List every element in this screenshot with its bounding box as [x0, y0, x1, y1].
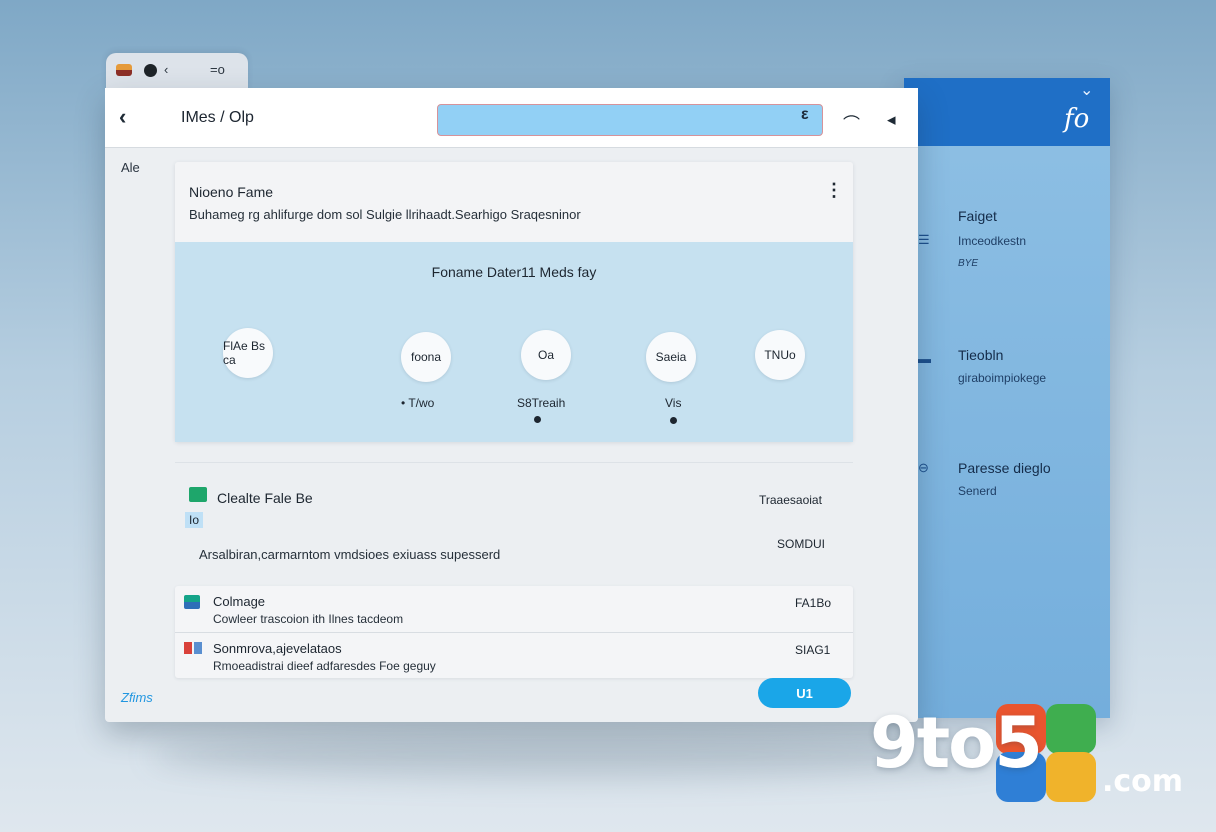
- record-icon: [144, 64, 157, 77]
- logo-tile: [1046, 704, 1096, 754]
- side-item-title: Faiget: [958, 208, 997, 224]
- back-arrow-icon[interactable]: ‹: [119, 104, 126, 130]
- list-icon: ☰: [918, 232, 930, 247]
- watermark-text: 9to5: [870, 702, 1043, 784]
- feature-indicator-dot: [670, 417, 677, 424]
- feature-indicator-dot: [534, 416, 541, 423]
- feature-circle-label: Saeia: [655, 350, 687, 364]
- search-icon[interactable]: ε: [801, 106, 809, 124]
- watermark-suffix: .com: [1102, 764, 1184, 799]
- primary-button[interactable]: U1: [758, 678, 851, 708]
- feature-circle-label: FlAe Bs ca: [223, 339, 266, 367]
- list-item-subtitle: Cowleer trascoion ith Ilnes tacdeom: [213, 612, 404, 626]
- file-icon: [189, 487, 207, 502]
- sheet-icon: [184, 595, 200, 609]
- pin-icon[interactable]: ◂: [887, 110, 896, 130]
- section-title: Clealte Fale Be: [217, 490, 313, 506]
- list-item-value: SIAG1: [795, 643, 831, 657]
- side-item-title: Paresse dieglo: [958, 460, 1051, 476]
- watermark-logo: 9to5 .com: [870, 702, 1200, 806]
- feature-area: Foname Dater11 Meds fay FlAe Bs ca foona…: [175, 242, 853, 442]
- feature-label: S8Treaih: [517, 396, 566, 410]
- feature-circle-label: Oa: [537, 348, 554, 362]
- list-item-title: Colmage: [213, 594, 266, 609]
- caret-icon: ‹: [164, 62, 169, 77]
- card-title: Nioeno Fame: [189, 184, 274, 200]
- footer-link[interactable]: Zfims: [121, 690, 153, 705]
- section-description: Arsalbiran,carmarntom vmdsioes exiuass s…: [199, 547, 501, 562]
- share-icon[interactable]: ⌒: [843, 110, 860, 135]
- feature-item-2[interactable]: foona: [401, 332, 451, 382]
- toggle-icon: ⊖: [918, 460, 929, 475]
- chevron-down-icon[interactable]: ⌄: [1080, 80, 1093, 100]
- list-item-subtitle: Rmoeadistrai dieef adfaresdes Foe geguy: [213, 659, 436, 673]
- side-panel: ⌄ fo ☰ Faiget Imceodkestn BYE ▬ Tieobln …: [904, 78, 1110, 718]
- list-item-value: FA1Bo: [795, 596, 832, 610]
- sidebar-label: Ale: [121, 160, 140, 175]
- side-item-subtitle: giraboimpiokege: [958, 371, 1047, 385]
- section-status: SOMDUI: [777, 537, 825, 551]
- feature-heading: Foname Dater11 Meds fay: [431, 264, 597, 280]
- feature-circle-label: TNUo: [764, 348, 796, 362]
- section-tag: Io: [185, 512, 204, 528]
- feature-label: • T/wo: [401, 396, 435, 410]
- section-meta: Traaesaoiat: [759, 493, 822, 507]
- side-item-subtitle: Senerd: [958, 484, 997, 498]
- feature-item-3[interactable]: Oa: [521, 330, 571, 380]
- list-item[interactable]: Colmage Cowleer trascoion ith Ilnes tacd…: [175, 586, 853, 632]
- slides-icon: [184, 642, 204, 654]
- feature-circle-label: foona: [410, 350, 442, 364]
- side-panel-header: ⌄ fo: [904, 78, 1110, 146]
- more-vertical-icon[interactable]: ⋮: [825, 180, 843, 201]
- feature-item-4[interactable]: Saeia: [646, 332, 696, 382]
- search-input[interactable]: [437, 104, 823, 136]
- folder-icon: ▬: [918, 351, 931, 366]
- main-window: ‹ IMes / Olp ε ⌒ ◂ Ale Nioeno Fame Buham…: [105, 88, 918, 722]
- side-item-meta: BYE: [958, 258, 979, 269]
- list-item[interactable]: Sonmrova,ajevelataos Rmoeadistrai dieef …: [175, 632, 853, 678]
- card-description: Buhameg rg ahlifurge dom sol Sulgie llri…: [189, 207, 581, 222]
- app-icon: [116, 64, 132, 76]
- profile-icon[interactable]: fo: [1064, 104, 1089, 134]
- window-tab[interactable]: ‹ =o: [106, 53, 248, 91]
- logo-tile: [1046, 752, 1096, 802]
- feature-item-5[interactable]: TNUo: [755, 330, 805, 380]
- detail-section: Clealte Fale Be Io Traaesaoiat SOMDUI Ar…: [175, 462, 853, 584]
- list-item-title: Sonmrova,ajevelataos: [213, 641, 342, 656]
- item-list: Colmage Cowleer trascoion ith Ilnes tacd…: [175, 586, 853, 678]
- feature-item-1[interactable]: FlAe Bs ca: [223, 328, 273, 378]
- toolbar: ‹ IMes / Olp ε ⌒ ◂: [105, 88, 918, 148]
- side-item-title: Tieobln: [958, 347, 1004, 363]
- tab-label: =o: [210, 62, 225, 77]
- side-item-subtitle: Imceodkestn: [958, 234, 1027, 248]
- window-title: IMes / Olp: [181, 109, 254, 126]
- feature-label: Vis: [665, 396, 682, 410]
- feature-card: Nioeno Fame Buhameg rg ahlifurge dom sol…: [175, 162, 853, 442]
